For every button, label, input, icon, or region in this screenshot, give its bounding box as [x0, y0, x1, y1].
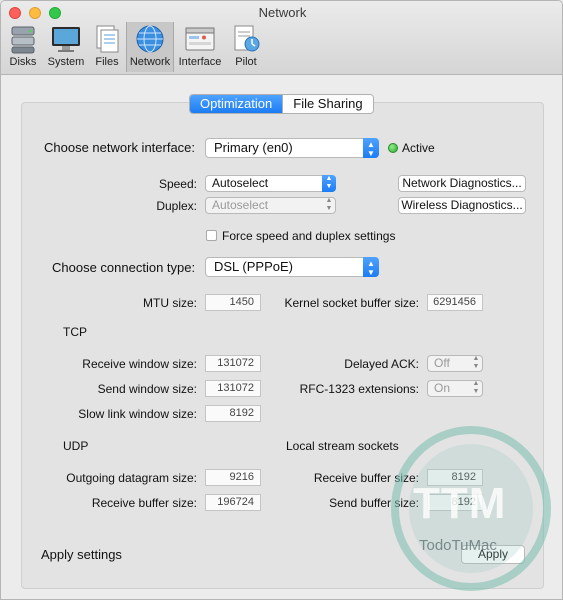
chevron-updown-icon: ▲ ▼ — [325, 197, 333, 212]
toolbar-label: Disks — [9, 56, 37, 68]
status-indicator-icon — [388, 143, 398, 153]
toolbar-system-button[interactable]: System — [44, 22, 88, 72]
delayed-ack-label: Delayed ACK: — [344, 357, 419, 371]
udp-heading: UDP — [63, 439, 89, 453]
toolbar-network-button[interactable]: Network — [126, 22, 174, 72]
udp-outgoing-label: Outgoing datagram size: — [66, 471, 197, 485]
local-sockets-heading: Local stream sockets — [286, 439, 399, 453]
interface-popup[interactable]: Primary (en0) ▲ ▼ — [205, 138, 379, 158]
tcp-send-window-label: Send window size: — [97, 382, 197, 396]
tab-optimization[interactable]: Optimization — [190, 95, 283, 113]
window-title: Network — [258, 5, 307, 20]
chevron-updown-icon: ▲ ▼ — [472, 355, 480, 370]
rfc1323-label: RFC-1323 extensions: — [299, 382, 419, 396]
speed-value: Autoselect — [212, 176, 269, 190]
kernel-buffer-label: Kernel socket buffer size: — [284, 296, 419, 310]
toolbar-disks-button[interactable]: Disks — [3, 22, 43, 72]
connection-type-value: DSL (PPPoE) — [214, 259, 293, 274]
udp-outgoing-field[interactable]: 9216 — [205, 469, 261, 486]
force-speed-checkbox[interactable] — [206, 230, 217, 241]
duplex-label: Duplex: — [156, 199, 197, 213]
duplex-value: Autoselect — [212, 198, 269, 212]
delayed-ack-popup[interactable]: Off ▲ ▼ — [427, 355, 483, 372]
tcp-slow-link-label: Slow link window size: — [78, 407, 197, 421]
chevron-updown-icon: ▲ ▼ — [363, 257, 379, 277]
tcp-receive-window-label: Receive window size: — [82, 357, 197, 371]
tab-bar: Optimization File Sharing — [189, 94, 374, 114]
mtu-label: MTU size: — [143, 296, 197, 310]
tcp-slow-link-field[interactable]: 8192 — [205, 405, 261, 422]
tcp-receive-window-field[interactable]: 131072 — [205, 355, 261, 372]
mtu-field[interactable]: 1450 — [205, 294, 261, 311]
app-window: Network Disks System Files Network Inter… — [0, 0, 563, 600]
chevron-updown-icon: ▲ ▼ — [322, 175, 336, 192]
system-icon — [52, 27, 80, 52]
interface-status: Active — [402, 141, 435, 155]
files-icon — [96, 25, 119, 53]
network-diagnostics-button[interactable]: Network Diagnostics... — [398, 175, 526, 192]
duplex-popup[interactable]: Autoselect ▲ ▼ — [205, 197, 336, 214]
rfc1323-popup[interactable]: On ▲ ▼ — [427, 380, 483, 397]
toolbar-label: Pilot — [235, 56, 257, 68]
watermark-text: TTM — [413, 479, 507, 528]
tcp-send-window-field[interactable]: 131072 — [205, 380, 261, 397]
titlebar: Network Disks System Files Network Inter… — [1, 1, 562, 75]
kernel-buffer-field[interactable]: 6291456 — [427, 294, 483, 311]
toolbar-interface-button[interactable]: Interface — [176, 22, 224, 72]
chevron-updown-icon: ▲ ▼ — [472, 380, 480, 395]
force-speed-label: Force speed and duplex settings — [222, 229, 396, 243]
wireless-diagnostics-button[interactable]: Wireless Diagnostics... — [398, 197, 526, 214]
tcp-heading: TCP — [63, 325, 87, 339]
watermark-caption: TodoTuMac — [419, 537, 497, 554]
chevron-updown-icon: ▲ ▼ — [363, 138, 379, 158]
speed-popup[interactable]: Autoselect ▲ ▼ — [205, 175, 336, 192]
connection-type-popup[interactable]: DSL (PPPoE) ▲ ▼ — [205, 257, 379, 277]
interface-value: Primary (en0) — [214, 140, 293, 155]
apply-settings-label: Apply settings — [41, 547, 122, 562]
udp-receive-buffer-label: Receive buffer size: — [91, 496, 197, 510]
udp-receive-buffer-field[interactable]: 196724 — [205, 494, 261, 511]
disks-icon — [11, 26, 35, 54]
toolbar-label: Network — [129, 56, 171, 68]
delayed-ack-value: Off — [434, 356, 450, 370]
speed-label: Speed: — [158, 177, 197, 191]
tab-file-sharing[interactable]: File Sharing — [282, 95, 373, 113]
toolbar-label: Interface — [178, 56, 222, 68]
toolbar-label: Files — [95, 56, 119, 68]
rfc1323-value: On — [434, 381, 451, 395]
interface-icon — [185, 27, 215, 51]
network-icon — [136, 25, 164, 53]
connection-type-label: Choose connection type: — [52, 260, 196, 275]
interface-label: Choose network interface: — [44, 140, 196, 155]
toolbar-files-button[interactable]: Files — [89, 22, 125, 72]
toolbar-label: System — [47, 56, 85, 68]
toolbar-pilot-button[interactable]: Pilot — [226, 22, 266, 72]
pilot-icon — [234, 25, 260, 52]
